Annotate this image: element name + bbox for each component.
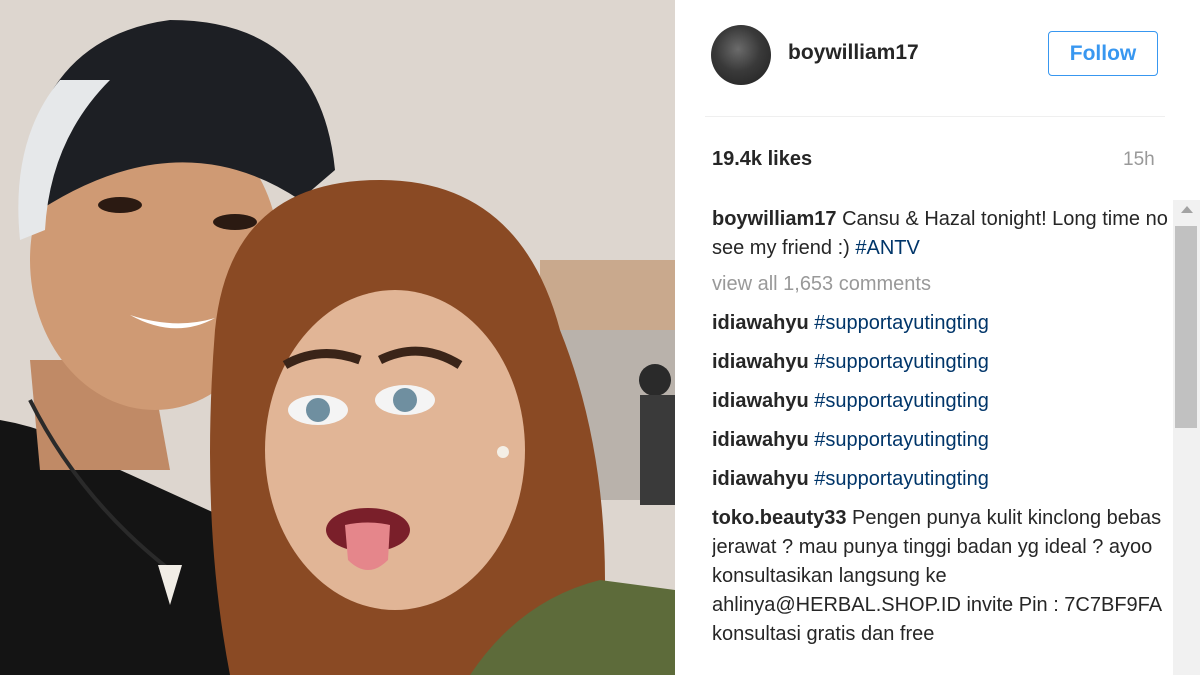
comment-username[interactable]: toko.beauty33 — [712, 507, 846, 529]
caption-username[interactable]: boywilliam17 — [712, 208, 837, 230]
comment-username[interactable]: idiawahyu — [712, 468, 809, 490]
comment-username[interactable]: idiawahyu — [712, 312, 809, 334]
post-photo[interactable] — [0, 0, 675, 675]
likes-count[interactable]: 19.4k likes — [712, 148, 812, 171]
view-all-comments-link[interactable]: view all 1,653 comments — [712, 270, 931, 299]
comment-hashtag[interactable]: #supportayutingting — [814, 468, 989, 490]
caption: boywilliam17 Cansu & Hazal tonight! Long… — [712, 205, 1172, 263]
scroll-thumb[interactable] — [1175, 226, 1197, 428]
header-divider — [705, 116, 1165, 117]
avatar[interactable] — [711, 25, 771, 85]
list-item: idiawahyu #supportayutingting — [712, 309, 1172, 338]
comment-hashtag[interactable]: #supportayutingting — [814, 312, 989, 334]
comments-scrollbar[interactable] — [1173, 200, 1200, 675]
list-item: idiawahyu #supportayutingting — [712, 387, 1172, 416]
post-details-panel: boywilliam17 Follow 19.4k likes 15h boyw… — [675, 0, 1200, 675]
post-username[interactable]: boywilliam17 — [788, 41, 919, 65]
comment-hashtag[interactable]: #supportayutingting — [814, 390, 989, 412]
comment-username[interactable]: idiawahyu — [712, 390, 809, 412]
caption-hashtag[interactable]: #ANTV — [855, 237, 919, 259]
comments-list: boywilliam17 Cansu & Hazal tonight! Long… — [712, 205, 1172, 675]
scroll-up-arrow-icon[interactable] — [1181, 206, 1193, 213]
list-item: idiawahyu #supportayutingting — [712, 348, 1172, 377]
list-item: idiawahyu #supportayutingting — [712, 465, 1172, 494]
post-header: boywilliam17 Follow — [675, 0, 1200, 112]
follow-button[interactable]: Follow — [1048, 31, 1158, 76]
comment-hashtag[interactable]: #supportayutingting — [814, 429, 989, 451]
comment-hashtag[interactable]: #supportayutingting — [814, 351, 989, 373]
list-item: idiawahyu #supportayutingting — [712, 426, 1172, 455]
comment-username[interactable]: idiawahyu — [712, 429, 809, 451]
list-item: toko.beauty33 Pengen punya kulit kinclon… — [712, 504, 1172, 649]
post-time[interactable]: 15h — [1123, 149, 1155, 171]
selfie-illustration — [0, 0, 675, 675]
comment-username[interactable]: idiawahyu — [712, 351, 809, 373]
